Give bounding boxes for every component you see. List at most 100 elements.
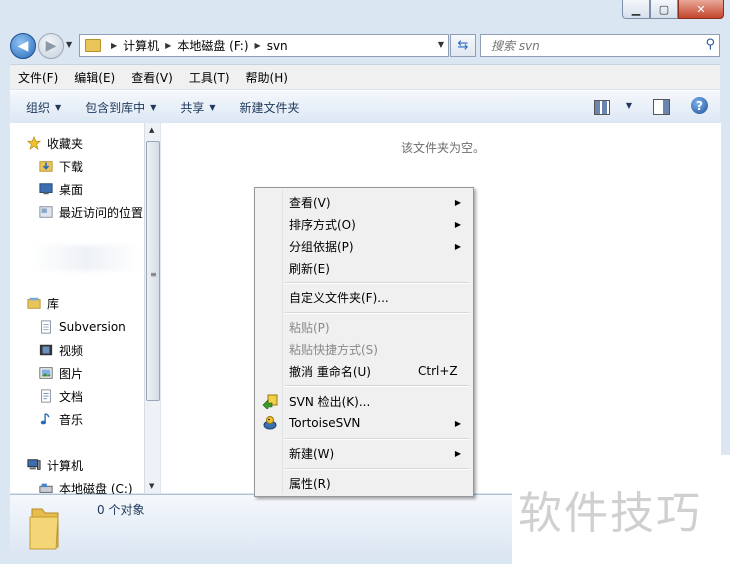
submenu-arrow-icon: ▶ <box>454 219 461 229</box>
tortoise-svn-icon <box>263 416 277 430</box>
nav-subversion[interactable]: Subversion <box>38 316 126 338</box>
menu-item-sort-label: 排序方式(O) <box>289 217 356 232</box>
view-options-icon[interactable] <box>594 100 610 115</box>
menu-separator <box>285 468 469 470</box>
menu-item-group-label: 分组依据(P) <box>289 239 354 254</box>
item-count: 0 个对象 <box>97 503 145 517</box>
chevron-right-icon[interactable]: ▶ <box>111 41 117 50</box>
recent-places-icon <box>39 206 53 218</box>
minimize-icon: ▁ <box>631 2 641 16</box>
view-options-dropdown[interactable]: ▼ <box>626 101 632 110</box>
include-library-button[interactable]: 包含到库中 ▼ <box>77 99 164 116</box>
breadcrumb-svn[interactable]: svn <box>267 39 288 53</box>
menu-file[interactable]: 文件(F) <box>10 69 66 86</box>
share-label: 共享 <box>180 100 205 115</box>
nav-music-label: 音乐 <box>59 412 84 427</box>
download-folder-icon <box>39 161 53 172</box>
nav-music[interactable]: 音乐 <box>38 408 83 430</box>
address-bar[interactable]: ▶ 计算机 ▶ 本地磁盘 (F:) ▶ svn ▼ <box>79 34 449 57</box>
breadcrumb-computer[interactable]: 计算机 <box>123 37 159 54</box>
nav-computer[interactable]: 计算机 <box>26 454 83 476</box>
menu-item-refresh[interactable]: 刷新(E) <box>257 257 471 279</box>
close-button[interactable]: ✕ <box>678 0 724 19</box>
grip-icon: ≡ <box>150 270 157 279</box>
menu-view[interactable]: 查看(V) <box>123 69 181 86</box>
submenu-arrow-icon: ▶ <box>454 197 461 207</box>
search-input[interactable] <box>489 37 693 54</box>
svn-checkout-icon <box>262 394 278 409</box>
menu-item-svn-checkout[interactable]: SVN 检出(K)... <box>257 390 471 412</box>
menu-item-paste: 粘贴(P) <box>257 316 471 338</box>
scroll-up-icon[interactable]: ▲ <box>149 126 154 134</box>
nav-desktop[interactable]: 桌面 <box>38 178 83 200</box>
nav-recent[interactable]: 最近访问的位置 <box>38 201 143 223</box>
menu-item-properties[interactable]: 属性(R) <box>257 472 471 494</box>
menu-item-new-label: 新建(W) <box>289 446 335 461</box>
menu-item-new[interactable]: 新建(W) ▶ <box>257 442 471 464</box>
menu-separator <box>285 438 469 440</box>
menu-item-undo-rename[interactable]: 撤消 重命名(U) Ctrl+Z <box>257 360 471 382</box>
nav-subversion-label: Subversion <box>59 320 126 334</box>
preview-pane-icon[interactable] <box>653 99 670 115</box>
address-dropdown[interactable]: ▼ <box>438 40 444 49</box>
submenu-arrow-icon: ▶ <box>454 241 461 251</box>
nav-desktop-label: 桌面 <box>59 182 84 197</box>
nav-libraries-label: 库 <box>47 296 60 311</box>
search-icon[interactable]: ⚲ <box>705 37 715 52</box>
breadcrumb-local-disk[interactable]: 本地磁盘 (F:) <box>177 37 248 54</box>
maximize-button[interactable]: ▢ <box>650 0 678 19</box>
nav-libraries[interactable]: 库 <box>26 292 59 314</box>
nav-recent-label: 最近访问的位置 <box>59 205 144 220</box>
breadcrumb: ▶ 计算机 ▶ 本地磁盘 (F:) ▶ svn <box>105 37 288 54</box>
share-button[interactable]: 共享 ▼ <box>172 99 223 116</box>
chevron-down-icon: ▼ <box>55 102 62 112</box>
menu-item-tortoise[interactable]: TortoiseSVN ▶ <box>257 412 471 434</box>
chevron-right-icon[interactable]: ▶ <box>255 41 261 50</box>
menu-item-customize[interactable]: 自定义文件夹(F)... <box>257 286 471 308</box>
refresh-button[interactable]: ⇆ <box>450 34 476 57</box>
nav-documents-label: 文档 <box>59 389 84 404</box>
menu-item-view-label: 查看(V) <box>289 195 331 210</box>
submenu-arrow-icon: ▶ <box>454 418 461 428</box>
menu-item-view[interactable]: 查看(V) ▶ <box>257 191 471 213</box>
chevron-right-icon[interactable]: ▶ <box>165 41 171 50</box>
back-button[interactable]: ◀ <box>10 33 36 59</box>
address-row: ◀ ▶ ▼ ▶ 计算机 ▶ 本地磁盘 (F:) ▶ svn ▼ ⇆ ⚲ <box>0 28 730 62</box>
scroll-thumb[interactable]: ≡ <box>146 141 160 401</box>
caption-buttons: ▁ ▢ ✕ <box>622 0 724 20</box>
music-icon <box>40 413 50 425</box>
menu-tools[interactable]: 工具(T) <box>181 69 238 86</box>
folder-icon <box>29 508 59 550</box>
scroll-down-icon[interactable]: ▼ <box>149 482 154 490</box>
nav-documents[interactable]: 文档 <box>38 385 83 407</box>
menu-item-undo-rename-label: 撤消 重命名(U) <box>289 364 371 379</box>
menu-item-refresh-label: 刷新(E) <box>289 261 330 276</box>
watermark: 软件技巧 <box>512 455 730 564</box>
document-library-icon <box>41 320 51 334</box>
menu-help[interactable]: 帮助(H) <box>238 69 296 86</box>
minimize-button[interactable]: ▁ <box>622 0 650 19</box>
nav-videos[interactable]: 视频 <box>38 339 83 361</box>
nav-downloads[interactable]: 下载 <box>38 155 83 177</box>
menu-edit[interactable]: 编辑(E) <box>66 69 123 86</box>
navigation-pane: 收藏夹 下载 桌面 最近访问的位置 库 Subversion 视频 图片 文档 … <box>10 123 158 496</box>
organize-button[interactable]: 组织 ▼ <box>18 99 69 116</box>
submenu-arrow-icon: ▶ <box>454 448 461 458</box>
nav-scrollbar[interactable]: ▲ ≡ ▼ <box>144 123 160 493</box>
new-folder-button[interactable]: 新建文件夹 <box>232 99 308 116</box>
picture-icon <box>39 367 53 379</box>
forward-button[interactable]: ▶ <box>38 33 64 59</box>
nav-favorites[interactable]: 收藏夹 <box>26 132 83 154</box>
help-icon[interactable]: ? <box>691 97 708 114</box>
undo-shortcut: Ctrl+Z <box>418 364 458 378</box>
drive-icon <box>39 483 53 493</box>
desktop-icon <box>39 183 53 195</box>
command-bar: 组织 ▼ 包含到库中 ▼ 共享 ▼ 新建文件夹 ▼ ? <box>10 90 720 124</box>
maximize-icon: ▢ <box>658 2 670 16</box>
recent-pages-dropdown[interactable]: ▼ <box>66 40 72 49</box>
nav-pictures[interactable]: 图片 <box>38 362 83 384</box>
menu-item-paste-shortcut: 粘贴快捷方式(S) <box>257 338 471 360</box>
menu-item-sort[interactable]: 排序方式(O) ▶ <box>257 213 471 235</box>
menu-item-group[interactable]: 分组依据(P) ▶ <box>257 235 471 257</box>
menu-separator <box>285 312 469 314</box>
